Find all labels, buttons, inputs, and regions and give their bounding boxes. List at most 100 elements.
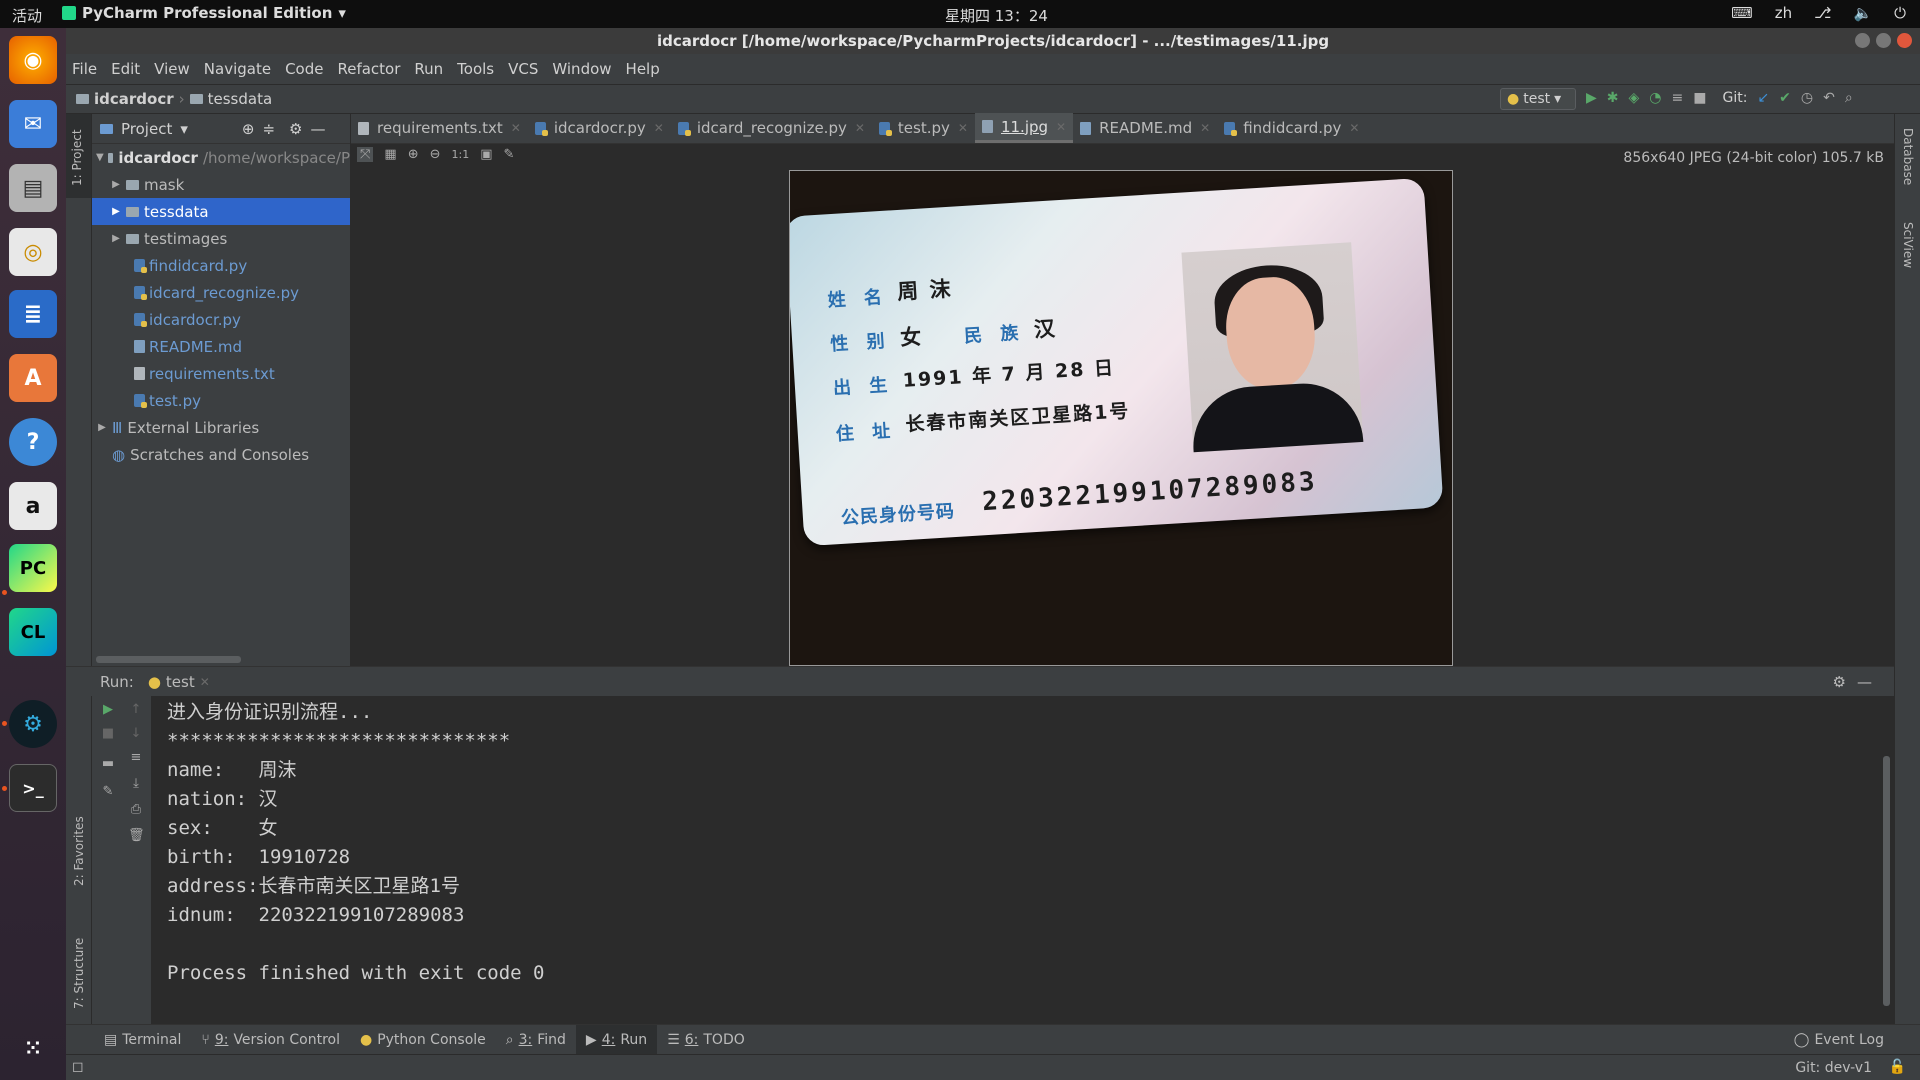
expand-arrow-icon[interactable]: ▶ xyxy=(110,233,122,244)
actual-size-button[interactable]: 1:1 xyxy=(452,148,470,161)
grid-icon[interactable]: ▦ xyxy=(384,147,396,162)
todo-tool-button[interactable]: ☰ 6: TODO xyxy=(657,1025,755,1055)
clion-icon[interactable]: CL xyxy=(9,608,57,656)
tree-item-readme[interactable]: README.md xyxy=(92,333,350,360)
clock[interactable]: 星期四 13：24 xyxy=(945,5,1048,26)
event-log-button[interactable]: ◯ Event Log xyxy=(1784,1025,1894,1055)
expand-arrow-icon[interactable]: ▼ xyxy=(96,152,104,163)
close-tab-icon[interactable]: ✕ xyxy=(1056,120,1066,134)
thunderbird-icon[interactable]: ✉ xyxy=(9,100,57,148)
git-branch-status[interactable]: Git: dev-v1 xyxy=(1795,1060,1872,1076)
close-tab-icon[interactable]: ✕ xyxy=(200,675,210,689)
project-view-select[interactable]: Project xyxy=(121,120,172,138)
fit-zoom-icon[interactable]: ⤧ xyxy=(357,147,374,162)
tab-11-jpg[interactable]: 11.jpg ✕ xyxy=(974,113,1074,143)
tree-item-external-libraries[interactable]: ▶ Ⅲ External Libraries xyxy=(92,414,350,441)
pycharm-icon[interactable]: PC xyxy=(9,544,57,592)
soft-wrap-icon[interactable]: ≡ xyxy=(128,750,144,765)
run-config-select[interactable]: ● test ▾ xyxy=(1500,88,1576,110)
revert-icon[interactable]: ↶ xyxy=(1823,90,1835,106)
close-tab-icon[interactable]: ✕ xyxy=(958,121,968,135)
menu-file[interactable]: File xyxy=(72,60,97,78)
rhythmbox-icon[interactable]: ◎ xyxy=(9,228,57,276)
language-indicator[interactable]: zh xyxy=(1775,4,1792,22)
menu-vcs[interactable]: VCS xyxy=(508,60,538,78)
help-icon[interactable]: ? xyxy=(9,418,57,466)
tab-test[interactable]: test.py ✕ xyxy=(872,113,975,143)
tab-idcard-recognize[interactable]: idcard_recognize.py ✕ xyxy=(671,113,872,143)
power-icon[interactable]: ⏻ xyxy=(1894,4,1906,22)
find-tool-button[interactable]: ⌕ 3: Find xyxy=(496,1025,576,1055)
close-tab-icon[interactable]: ✕ xyxy=(855,121,865,135)
expand-arrow-icon[interactable]: ▶ xyxy=(110,179,122,190)
menu-window[interactable]: Window xyxy=(552,60,611,78)
hide-icon[interactable]: — xyxy=(1857,673,1872,691)
writer-icon[interactable]: ≣ xyxy=(9,290,57,338)
locate-icon[interactable]: ⊕ xyxy=(242,120,255,138)
files-icon[interactable]: ▤ xyxy=(9,164,57,212)
expand-arrow-icon[interactable]: ▶ xyxy=(96,422,108,433)
pin-icon[interactable]: ✎ xyxy=(100,784,116,799)
lock-icon[interactable]: 🔓 xyxy=(1889,1059,1906,1075)
run-console[interactable]: 进入身份证识别流程... ***************************… xyxy=(152,696,1894,1024)
tree-item-idcardocr[interactable]: idcardocr.py xyxy=(92,306,350,333)
profile-icon[interactable]: ◔ xyxy=(1649,90,1661,106)
close-tab-icon[interactable]: ✕ xyxy=(1349,121,1359,135)
tree-root[interactable]: ▼ idcardocr /home/workspace/P xyxy=(92,144,350,171)
minimize-button[interactable] xyxy=(1855,33,1870,48)
amazon-icon[interactable]: a xyxy=(9,482,57,530)
database-tool-label[interactable]: Database xyxy=(1901,128,1915,185)
concurrency-icon[interactable]: ≡ xyxy=(1672,90,1684,106)
search-icon[interactable]: ⌕ xyxy=(1845,90,1853,106)
tree-item-scratches[interactable]: ◍ Scratches and Consoles xyxy=(92,441,350,468)
tree-item-requirements[interactable]: requirements.txt xyxy=(92,360,350,387)
rerun-icon[interactable]: ▶ xyxy=(100,702,116,717)
firefox-icon[interactable]: ◉ xyxy=(9,36,57,84)
show-apps-icon[interactable]: ⁙ xyxy=(9,1024,57,1072)
activities-button[interactable]: 活动 xyxy=(12,5,42,26)
maximize-button[interactable] xyxy=(1876,33,1891,48)
close-tab-icon[interactable]: ✕ xyxy=(1200,121,1210,135)
tree-item-mask[interactable]: ▶ mask xyxy=(92,171,350,198)
gitkraken-icon[interactable]: ⚙ xyxy=(9,700,57,748)
app-menu[interactable]: PyCharm Professional Edition ▾ xyxy=(62,4,346,22)
coverage-icon[interactable]: ◈ xyxy=(1629,90,1640,106)
software-center-icon[interactable]: A xyxy=(9,354,57,402)
scroll-end-icon[interactable]: ⤓ xyxy=(128,776,144,791)
hide-icon[interactable]: — xyxy=(310,120,325,138)
tree-item-findidcard[interactable]: findidcard.py xyxy=(92,252,350,279)
git-commit-icon[interactable]: ✔ xyxy=(1779,90,1791,106)
sciview-tool-label[interactable]: SciView xyxy=(1901,222,1915,268)
favorites-tool-label[interactable]: 2: Favorites xyxy=(72,816,86,886)
tree-item-idcard-recognize[interactable]: idcard_recognize.py xyxy=(92,279,350,306)
tab-requirements[interactable]: requirements.txt ✕ xyxy=(351,113,528,143)
zoom-out-icon[interactable]: ⊖ xyxy=(430,147,441,162)
down-arrow-icon[interactable]: ↓ xyxy=(128,726,144,741)
structure-tool-label[interactable]: 7: Structure xyxy=(72,938,86,1009)
history-icon[interactable]: ◷ xyxy=(1801,90,1813,106)
vertical-scrollbar[interactable] xyxy=(1883,756,1890,1006)
horizontal-scrollbar[interactable] xyxy=(96,656,241,663)
trash-icon[interactable]: 🗑 xyxy=(128,828,145,843)
tab-idcardocr[interactable]: idcardocr.py ✕ xyxy=(528,113,671,143)
menu-view[interactable]: View xyxy=(154,60,190,78)
terminal-tool-button[interactable]: ▤ Terminal xyxy=(94,1025,191,1055)
chevron-down-icon[interactable]: ▾ xyxy=(180,120,188,138)
close-tab-icon[interactable]: ✕ xyxy=(511,121,521,135)
version-control-tool-button[interactable]: ⑂ 9: Version Control xyxy=(191,1025,350,1055)
gear-icon[interactable]: ⚙ xyxy=(289,120,302,138)
breadcrumb-folder[interactable]: tessdata xyxy=(208,90,273,108)
expand-arrow-icon[interactable]: ▶ xyxy=(110,206,122,217)
stop-icon[interactable]: ■ xyxy=(100,726,116,741)
tab-findidcard[interactable]: findidcard.py ✕ xyxy=(1217,113,1366,143)
run-tab[interactable]: ● test ✕ xyxy=(148,673,210,691)
menu-code[interactable]: Code xyxy=(285,60,323,78)
close-tab-icon[interactable]: ✕ xyxy=(654,121,664,135)
menu-help[interactable]: Help xyxy=(626,60,660,78)
run-icon[interactable]: ▶ xyxy=(1586,90,1597,106)
run-tool-button[interactable]: ▶ 4: Run xyxy=(575,1024,658,1055)
project-tool-label[interactable]: 1: Project xyxy=(70,129,84,186)
tab-readme[interactable]: README.md ✕ xyxy=(1073,113,1217,143)
gear-icon[interactable]: ⚙ xyxy=(1833,673,1846,691)
menu-navigate[interactable]: Navigate xyxy=(204,60,271,78)
